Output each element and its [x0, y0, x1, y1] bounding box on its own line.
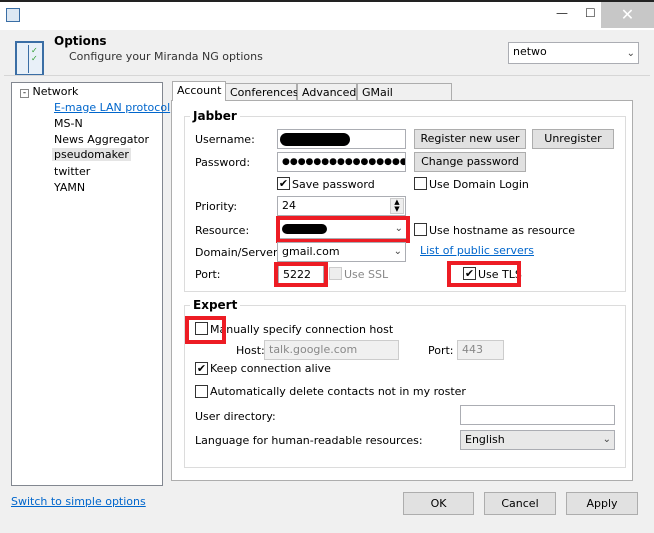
- change-password-button[interactable]: Change password: [414, 152, 526, 172]
- domain-label: Domain/Server:: [195, 246, 281, 259]
- jabber-group-title: Jabber: [190, 109, 240, 123]
- host-field[interactable]: talk.google.com: [264, 340, 399, 360]
- highlight-resource: [276, 216, 410, 243]
- username-field[interactable]: [277, 129, 406, 149]
- priority-label: Priority:: [195, 200, 238, 213]
- highlight-manual-host: [185, 316, 226, 344]
- options-search-combo[interactable]: netwo ⌄: [508, 42, 639, 64]
- priority-spinner[interactable]: 24 ▲ ▼: [277, 196, 406, 216]
- tree-item-news[interactable]: News Aggregator: [54, 133, 149, 146]
- options-icon: ✓ ✓: [15, 41, 44, 76]
- app-icon: [6, 8, 20, 22]
- host-label: Host:: [236, 344, 265, 357]
- chevron-down-icon: ⌄: [393, 246, 402, 257]
- tree-item-twitter[interactable]: twitter: [54, 165, 90, 178]
- apply-button[interactable]: Apply: [566, 492, 638, 515]
- tree-item-msn[interactable]: MS-N: [54, 117, 83, 130]
- save-password-checkbox[interactable]: ✔: [277, 177, 290, 190]
- auto-delete-label: Automatically delete contacts not in my …: [210, 385, 466, 398]
- page-title: Options: [54, 34, 107, 48]
- language-label: Language for human-readable resources:: [195, 434, 423, 447]
- use-ssl-label: Use SSL: [344, 268, 389, 281]
- port-label: Port:: [195, 268, 221, 281]
- tree-node-network[interactable]: - Network: [20, 85, 78, 98]
- password-field[interactable]: ●●●●●●●●●●●●●●●●: [277, 152, 406, 172]
- minimize-button[interactable]: —: [556, 6, 568, 20]
- language-select[interactable]: English ⌄: [460, 430, 615, 450]
- user-directory-field[interactable]: [460, 405, 615, 425]
- tab-account[interactable]: Account: [172, 81, 226, 101]
- manual-host-label: Manually specify connection host: [210, 323, 394, 336]
- domain-combo[interactable]: gmail.com ⌄: [277, 242, 406, 262]
- use-hostname-checkbox[interactable]: [414, 223, 427, 236]
- tree-item-yamn[interactable]: YAMN: [54, 181, 85, 194]
- save-password-label: Save password: [292, 178, 375, 191]
- maximize-button[interactable]: ☐: [585, 6, 596, 20]
- redacted-username: [280, 133, 350, 146]
- auto-delete-checkbox[interactable]: [195, 385, 208, 398]
- tree-item-emage[interactable]: E-mage LAN protocol: [54, 101, 170, 114]
- tree-item-pseudomaker[interactable]: pseudomaker: [52, 148, 131, 161]
- use-ssl-checkbox[interactable]: [329, 267, 342, 280]
- unregister-button[interactable]: Unregister: [532, 129, 614, 149]
- cancel-button[interactable]: Cancel: [484, 492, 556, 515]
- expert-port-field[interactable]: 443: [457, 340, 504, 360]
- header-divider: [4, 75, 650, 76]
- collapse-icon[interactable]: -: [20, 89, 29, 98]
- expert-group-title: Expert: [190, 298, 241, 312]
- keep-alive-checkbox[interactable]: ✔: [195, 362, 208, 375]
- keep-alive-label: Keep connection alive: [210, 362, 331, 375]
- resource-label: Resource:: [195, 224, 250, 237]
- highlight-port: [274, 262, 328, 287]
- chevron-down-icon: ⌄: [602, 434, 611, 445]
- password-label: Password:: [195, 156, 251, 169]
- page-subtitle: Configure your Miranda NG options: [69, 50, 263, 63]
- expert-port-label: Port:: [428, 344, 454, 357]
- options-tree[interactable]: - Network E-mage LAN protocol MS-N News …: [11, 82, 170, 486]
- user-directory-label: User directory:: [195, 410, 276, 423]
- chevron-down-icon: ⌄: [626, 48, 635, 59]
- ok-button[interactable]: OK: [403, 492, 474, 515]
- public-servers-link[interactable]: List of public servers: [420, 244, 534, 257]
- switch-simple-options-link[interactable]: Switch to simple options: [11, 495, 146, 508]
- use-domain-login-label: Use Domain Login: [429, 178, 529, 191]
- highlight-tls: [447, 261, 521, 287]
- spin-arrows-icon[interactable]: ▲ ▼: [390, 198, 404, 214]
- username-label: Username:: [195, 133, 255, 146]
- search-value: netwo: [513, 45, 547, 58]
- use-hostname-label: Use hostname as resource: [429, 224, 576, 237]
- register-new-user-button[interactable]: Register new user: [414, 129, 526, 149]
- use-domain-login-checkbox[interactable]: [414, 177, 427, 190]
- close-button[interactable]: ✕: [601, 2, 654, 28]
